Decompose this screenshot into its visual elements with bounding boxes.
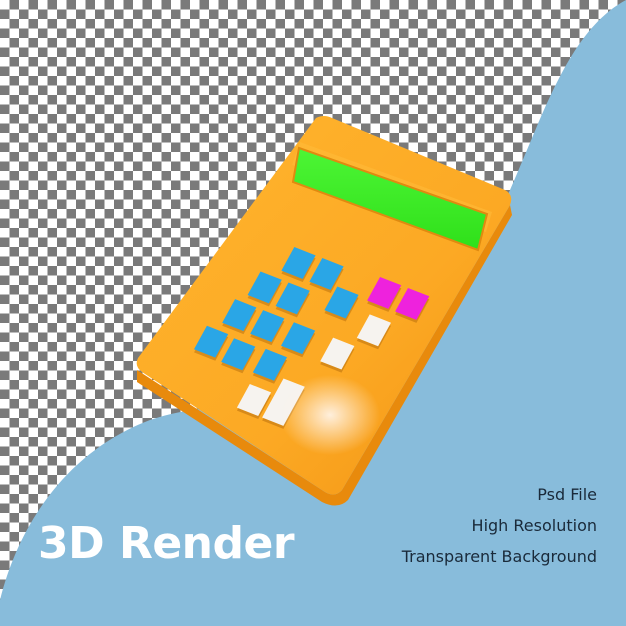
light-glare: [280, 375, 380, 455]
feature-list: Psd File High Resolution Transparent Bac…: [402, 483, 597, 576]
preview-canvas: 3D Render Psd File High Resolution Trans…: [0, 0, 626, 626]
feature-psd-file: Psd File: [537, 485, 597, 504]
headline-3d-render: 3D Render: [38, 518, 295, 569]
feature-transparent-background: Transparent Background: [401, 547, 597, 566]
feature-high-resolution: High Resolution: [471, 516, 597, 535]
